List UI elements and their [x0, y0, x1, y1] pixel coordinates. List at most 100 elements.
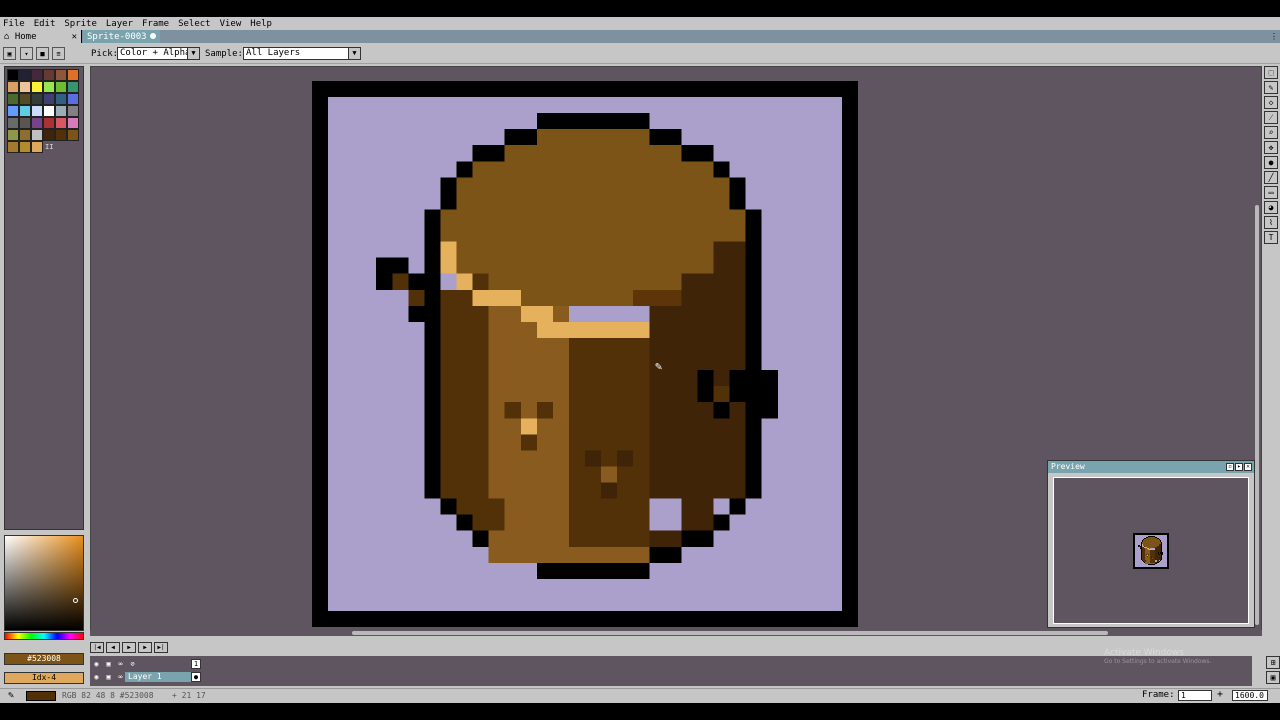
- palette-swatch[interactable]: [67, 129, 79, 141]
- eye-icon[interactable]: ◉: [92, 660, 101, 669]
- frame-options-icon[interactable]: ▣: [1266, 671, 1280, 684]
- hue-slider[interactable]: [4, 632, 84, 640]
- move-icon[interactable]: ✥: [1264, 141, 1278, 154]
- palette-swatch[interactable]: [31, 81, 43, 93]
- continuous-icon[interactable]: ∞: [116, 673, 125, 682]
- eye-icon[interactable]: ◉: [92, 673, 101, 682]
- menu-sprite[interactable]: Sprite: [64, 19, 97, 29]
- tab-home[interactable]: ⌂ Home ✕: [0, 30, 82, 43]
- modified-dot-icon[interactable]: [150, 33, 156, 39]
- tab-list-icon[interactable]: ⋮: [1270, 32, 1278, 41]
- menu-file[interactable]: File: [3, 19, 25, 29]
- palette-swatch[interactable]: [67, 69, 79, 81]
- tab-sprite[interactable]: Sprite-0003: [83, 30, 160, 43]
- palette-swatch[interactable]: [55, 105, 67, 117]
- lock-icon[interactable]: ▣: [104, 660, 113, 669]
- frame-header[interactable]: 1: [191, 659, 201, 669]
- palette-swatch[interactable]: [67, 93, 79, 105]
- palette-swatch[interactable]: [43, 129, 55, 141]
- layer-name[interactable]: Layer 1: [125, 672, 191, 682]
- palette-swatch[interactable]: [43, 81, 55, 93]
- palette-swatch[interactable]: [67, 81, 79, 93]
- palette-swatch[interactable]: [43, 93, 55, 105]
- menu-select[interactable]: Select: [178, 19, 211, 29]
- cel-icon[interactable]: ●: [191, 672, 201, 682]
- down-arrow-icon[interactable]: ▾: [20, 47, 33, 60]
- palette-swatch[interactable]: [55, 69, 67, 81]
- lock-icon[interactable]: ▣: [104, 673, 113, 682]
- palette-swatch[interactable]: [31, 117, 43, 129]
- palette-swatch[interactable]: [31, 141, 43, 153]
- spectrum-knob[interactable]: [73, 598, 78, 603]
- palette-swatch[interactable]: [31, 93, 43, 105]
- palette-swatch[interactable]: [19, 81, 31, 93]
- palette-swatch[interactable]: [19, 93, 31, 105]
- fill-icon[interactable]: ●: [1264, 156, 1278, 169]
- add-frame-icon[interactable]: +: [1217, 689, 1223, 700]
- palette-swatch[interactable]: [19, 69, 31, 81]
- palette-swatch[interactable]: [7, 93, 19, 105]
- contour-icon[interactable]: ◕: [1264, 201, 1278, 214]
- menu-icon[interactable]: ≡: [52, 47, 65, 60]
- first-frame-icon[interactable]: |◀: [90, 642, 104, 653]
- menu-frame[interactable]: Frame: [142, 19, 169, 29]
- play-icon[interactable]: ▶: [122, 642, 136, 653]
- palette-swatch[interactable]: [31, 69, 43, 81]
- link-icon[interactable]: ⊘: [128, 660, 137, 669]
- palette-swatch[interactable]: [67, 117, 79, 129]
- palette-swatch[interactable]: [7, 141, 19, 153]
- palette-swatch[interactable]: [55, 129, 67, 141]
- pencil-icon[interactable]: ✎: [1264, 81, 1278, 94]
- menu-view[interactable]: View: [220, 19, 242, 29]
- continuous-icon[interactable]: ∞: [116, 660, 125, 669]
- menu-help[interactable]: Help: [250, 19, 272, 29]
- palette-swatch[interactable]: [19, 117, 31, 129]
- palette-swatch[interactable]: [31, 129, 43, 141]
- color-spectrum[interactable]: [4, 535, 84, 631]
- eyedropper-icon[interactable]: ⁄: [1264, 111, 1278, 124]
- palette-swatch[interactable]: [55, 93, 67, 105]
- close-icon[interactable]: ✕: [72, 32, 77, 42]
- pick-select[interactable]: Color + Alpha ▼: [117, 47, 200, 60]
- close-icon[interactable]: ✕: [1244, 463, 1252, 471]
- menu-layer[interactable]: Layer: [106, 19, 133, 29]
- palette-swatch[interactable]: [7, 81, 19, 93]
- v-scroll-thumb[interactable]: [1255, 205, 1259, 625]
- eraser-icon[interactable]: ◇: [1264, 96, 1278, 109]
- blur-icon[interactable]: ⌇: [1264, 216, 1278, 229]
- marquee-icon[interactable]: ⬚: [1264, 66, 1278, 79]
- prev-frame-icon[interactable]: ◀: [106, 642, 120, 653]
- palette-swatch[interactable]: [31, 105, 43, 117]
- text-icon[interactable]: T: [1264, 231, 1278, 244]
- palette-swatch[interactable]: [19, 129, 31, 141]
- lock-icon[interactable]: ▣: [3, 47, 16, 60]
- palette-swatch[interactable]: [7, 69, 19, 81]
- palette-swatch[interactable]: [19, 141, 31, 153]
- layer-options-icon[interactable]: ⊞: [1266, 656, 1280, 669]
- palette-swatch[interactable]: [7, 117, 19, 129]
- stop-icon[interactable]: ■: [36, 47, 49, 60]
- palette-swatch[interactable]: [43, 105, 55, 117]
- play-icon[interactable]: ▸: [1235, 463, 1243, 471]
- palette-swatch[interactable]: [43, 69, 55, 81]
- h-scroll-thumb[interactable]: [352, 631, 1108, 635]
- sprite-canvas[interactable]: [328, 97, 842, 611]
- color-index-field[interactable]: Idx-4: [4, 672, 84, 684]
- palette-swatch[interactable]: [55, 81, 67, 93]
- restore-icon[interactable]: ▫: [1226, 463, 1234, 471]
- color-hex-field[interactable]: #523008: [4, 653, 84, 665]
- palette-swatch[interactable]: [7, 105, 19, 117]
- layer-row[interactable]: ◉ ▣ ∞ Layer 1 ●: [90, 671, 202, 683]
- menu-edit[interactable]: Edit: [34, 19, 56, 29]
- sample-select[interactable]: All Layers ▼: [243, 47, 361, 60]
- palette-swatch[interactable]: [7, 129, 19, 141]
- palette-swatch[interactable]: [19, 105, 31, 117]
- zoom-input[interactable]: 1600.0: [1232, 690, 1268, 701]
- next-frame-icon[interactable]: ▶: [138, 642, 152, 653]
- rectangle-icon[interactable]: ▭: [1264, 186, 1278, 199]
- horizontal-scrollbar[interactable]: [90, 630, 1262, 636]
- palette-swatch[interactable]: [67, 105, 79, 117]
- line-icon[interactable]: ╱: [1264, 171, 1278, 184]
- last-frame-icon[interactable]: ▶|: [154, 642, 168, 653]
- palette-swatch[interactable]: [55, 117, 67, 129]
